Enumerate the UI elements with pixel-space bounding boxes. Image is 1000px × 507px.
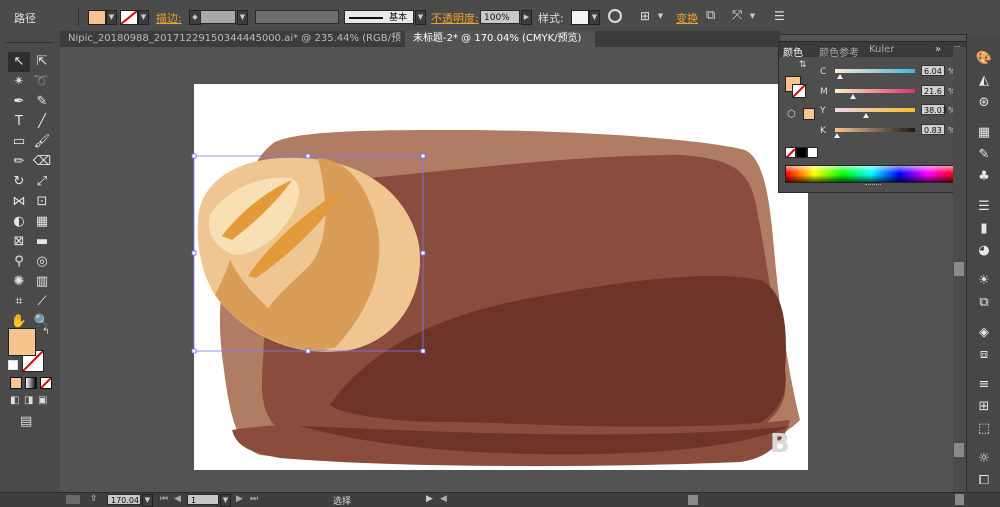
- panel-resize-grip[interactable]: [865, 184, 881, 188]
- black-swatch[interactable]: [796, 147, 807, 158]
- color-spectrum[interactable]: [785, 165, 957, 183]
- right-panel-dock: 🎨 ◭ ⊛ ▦ ✎ ♣ ☰ ▮ ◕ ☀ ⧉ ◈ ⧈ ≡ ⊞ ⬚ ☼ ⧠: [966, 34, 1000, 506]
- status-mode-label: 选择: [333, 497, 352, 507]
- channel-y-label: Y: [820, 106, 826, 116]
- screen-mode-toggle-icon[interactable]: [66, 495, 80, 504]
- symbols-icon[interactable]: ♣: [975, 168, 993, 186]
- vertical-scroll-thumb-lower[interactable]: [954, 443, 964, 457]
- horizontal-scroll-thumb[interactable]: [688, 495, 698, 505]
- zoom-dropdown[interactable]: ▼: [142, 494, 153, 507]
- swatches-icon[interactable]: ▦: [975, 124, 993, 142]
- black-slider-thumb[interactable]: [834, 133, 840, 138]
- status-menu-icon[interactable]: ▶: [426, 494, 433, 504]
- color-panel-icon[interactable]: 🎨: [975, 50, 993, 68]
- scroll-corner-thumb[interactable]: [955, 494, 964, 505]
- watermark-logo: B: [770, 429, 790, 459]
- magenta-value-input[interactable]: 21.6: [921, 85, 945, 96]
- web-safe-color-swatch[interactable]: [803, 108, 815, 120]
- black-value-input[interactable]: 0.83: [921, 124, 945, 135]
- magenta-slider-thumb[interactable]: [850, 94, 856, 99]
- first-artboard-icon[interactable]: ⏮: [160, 494, 168, 504]
- previous-artboard-icon[interactable]: ◀: [174, 494, 181, 504]
- layers-icon[interactable]: ◈: [975, 324, 993, 342]
- transparency-icon[interactable]: ◕: [975, 242, 993, 260]
- navigator-icon[interactable]: ☼: [975, 450, 993, 468]
- zoom-input[interactable]: 170.04: [107, 494, 141, 505]
- artboards-icon[interactable]: ⧈: [975, 346, 993, 364]
- stroke-panel-icon[interactable]: ☰: [975, 198, 993, 216]
- cyan-value-input[interactable]: 6.04: [921, 65, 945, 76]
- artboard-dropdown[interactable]: ▼: [220, 494, 231, 507]
- brushes-icon[interactable]: ✎: [975, 146, 993, 164]
- none-swatch[interactable]: [785, 147, 796, 158]
- swap-fill-stroke-icon[interactable]: ⇅: [799, 60, 807, 70]
- pathfinder-icon[interactable]: ⊞: [975, 398, 993, 416]
- artboard-number-input[interactable]: 1: [187, 494, 219, 505]
- black-slider-track[interactable]: [835, 128, 915, 132]
- selection-handle[interactable]: [305, 153, 311, 159]
- appearance-icon[interactable]: ☀: [975, 272, 993, 290]
- collapse-icon[interactable]: »: [935, 44, 941, 55]
- channel-m-label: M: [820, 87, 828, 97]
- vertical-scrollbar[interactable]: [953, 47, 966, 492]
- current-stroke-color[interactable]: [792, 84, 806, 98]
- selection-handle[interactable]: [191, 250, 197, 256]
- tab-kuler[interactable]: Kuler: [869, 44, 894, 55]
- selection-handle[interactable]: [420, 153, 426, 159]
- cyan-slider-track[interactable]: [835, 69, 915, 73]
- next-artboard-icon[interactable]: ▶: [236, 494, 243, 504]
- white-swatch[interactable]: [807, 147, 818, 158]
- last-artboard-icon[interactable]: ⏭: [250, 494, 258, 504]
- selection-handle[interactable]: [191, 153, 197, 159]
- channel-c-label: C: [820, 67, 827, 77]
- graphic-styles-icon[interactable]: ⧉: [975, 294, 993, 312]
- cyan-slider-thumb[interactable]: [837, 74, 843, 79]
- magenta-slider-track[interactable]: [835, 89, 915, 93]
- tab-color-guide[interactable]: 颜色参考: [819, 44, 859, 59]
- transform-panel-icon[interactable]: ⬚: [975, 420, 993, 438]
- selection-handle[interactable]: [420, 250, 426, 256]
- scroll-left-icon[interactable]: ◀: [440, 494, 447, 504]
- selection-handle[interactable]: [191, 348, 197, 354]
- tab-color[interactable]: 颜色: [783, 44, 803, 59]
- yellow-slider-track[interactable]: [835, 108, 915, 112]
- gradient-panel-icon[interactable]: ▮: [975, 220, 993, 238]
- document-info-icon[interactable]: ⧠: [975, 472, 993, 490]
- color-panel: 颜色 颜色参考 Kuler » ≡ ⇅ ⬡ C 6.04 % M 21.6 % …: [778, 41, 968, 193]
- selection-handle[interactable]: [305, 348, 311, 354]
- channel-k-label: K: [820, 126, 826, 136]
- share-icon[interactable]: ⇪: [90, 494, 98, 504]
- color-guide-icon[interactable]: ◭: [975, 72, 993, 90]
- yellow-slider-thumb[interactable]: [863, 113, 869, 118]
- status-bar: ⇪ 170.04 ▼ ⏮ ◀ 1 ▼ ▶ ⏭ 选择 ▶ ◀: [0, 492, 1000, 507]
- align-panel-icon[interactable]: ≡: [975, 376, 993, 394]
- selection-handle[interactable]: [420, 348, 426, 354]
- vertical-scroll-thumb[interactable]: [954, 262, 964, 276]
- kuler-icon[interactable]: ⊛: [975, 94, 993, 112]
- out-of-gamut-cube-icon[interactable]: ⬡: [787, 109, 796, 120]
- yellow-value-input[interactable]: 38.03: [921, 104, 947, 115]
